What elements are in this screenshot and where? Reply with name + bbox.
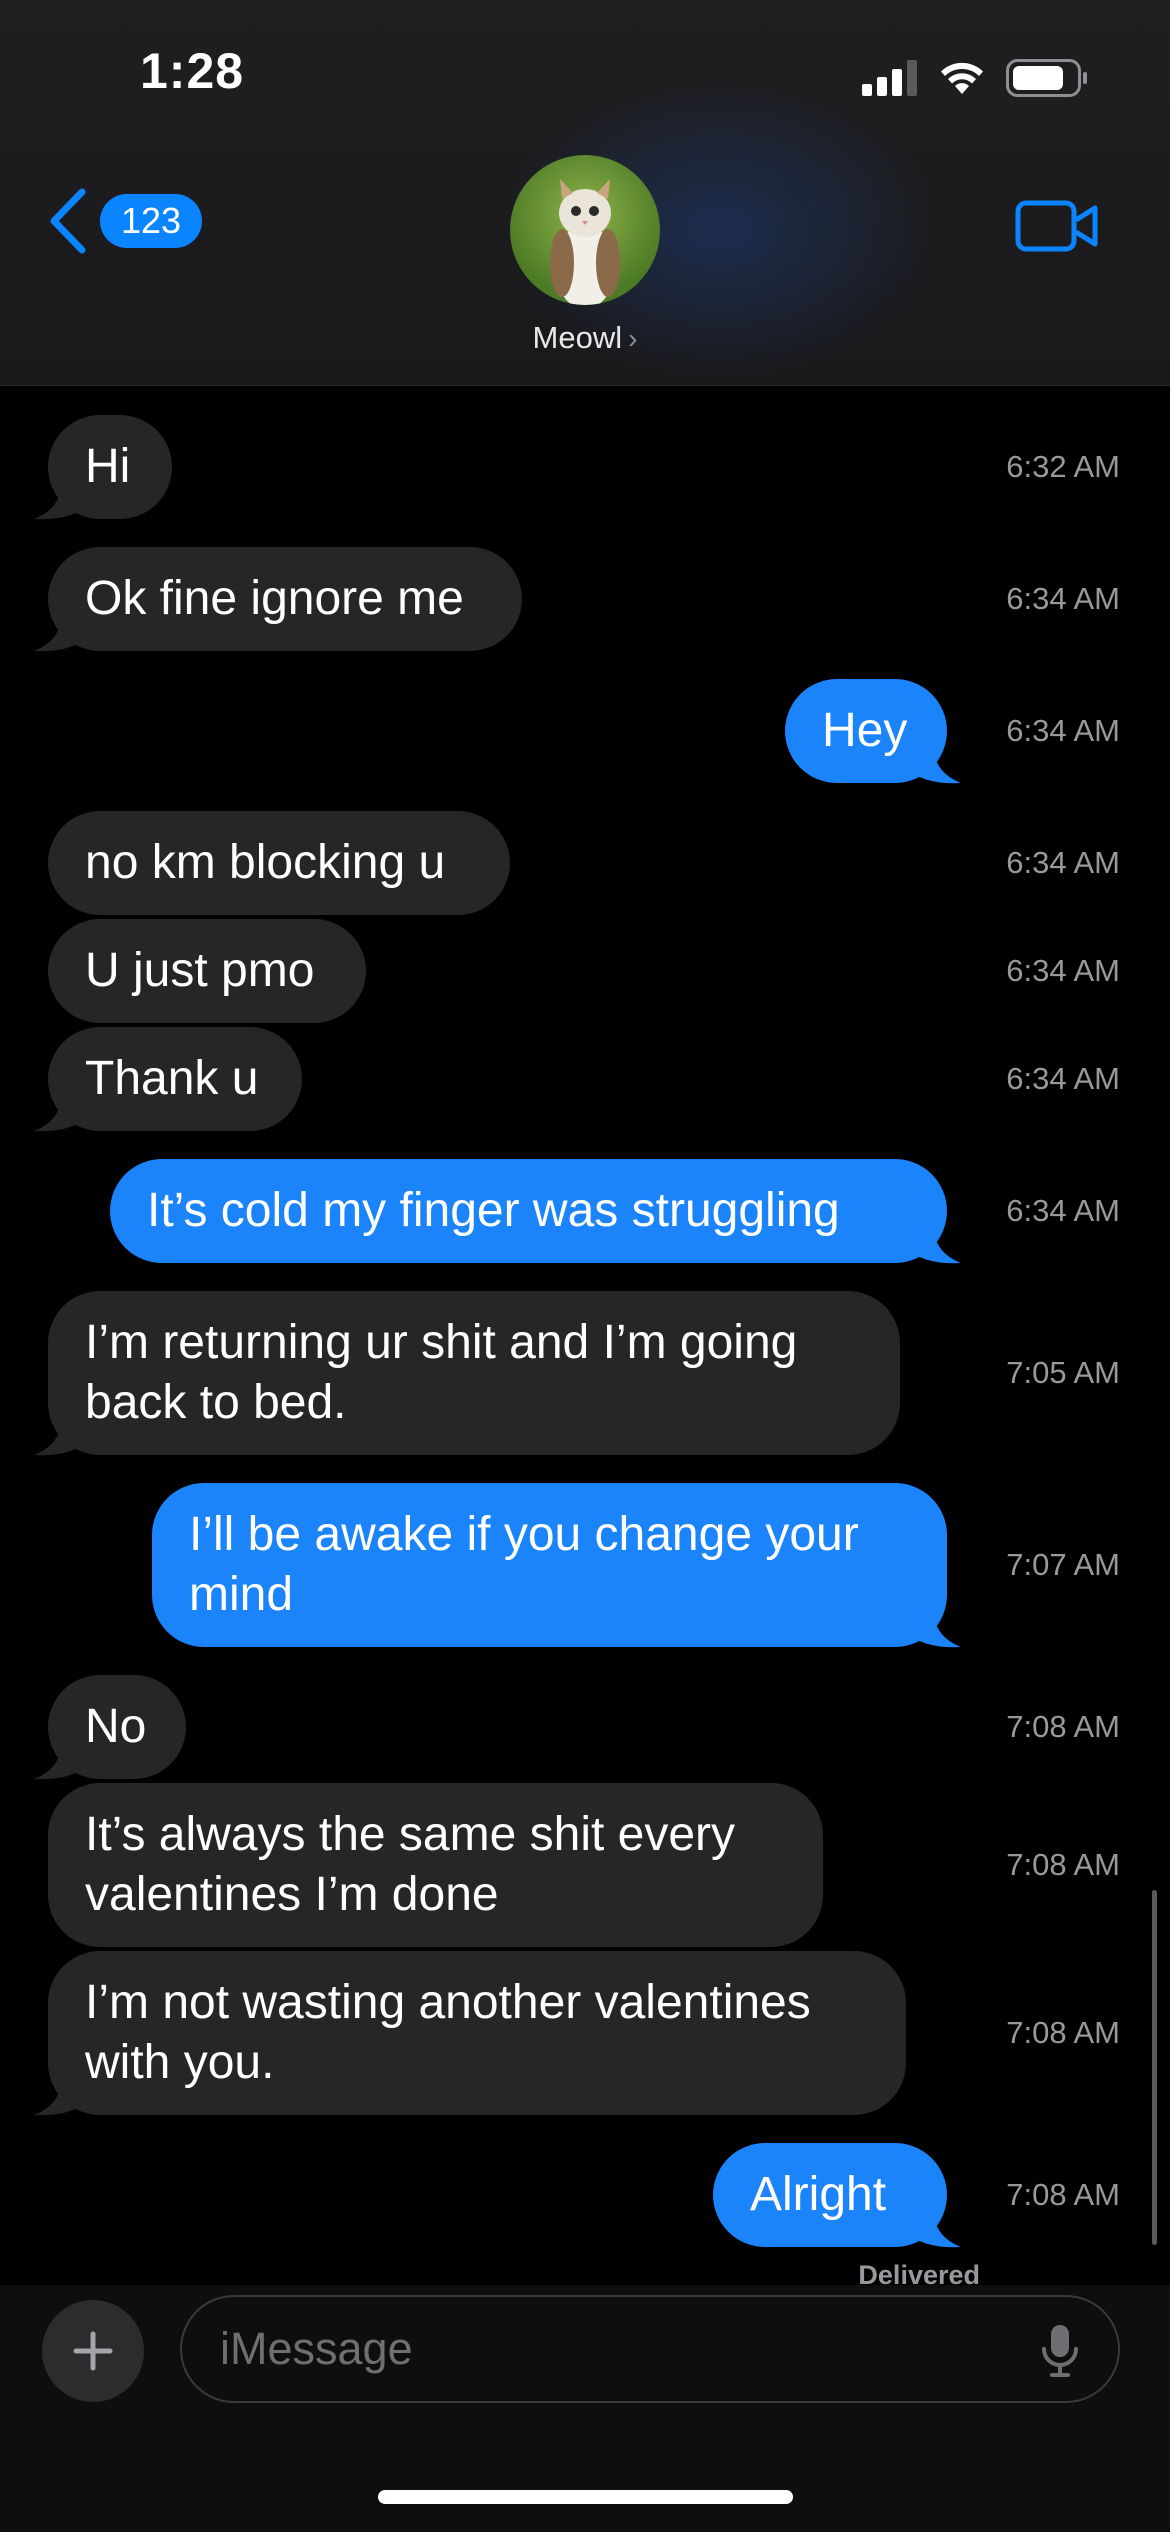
message-timestamp: 6:34 AM [1006,1193,1120,1228]
incoming-message-bubble[interactable]: It’s always the same shit every valentin… [48,1783,823,1947]
message-timestamp: 6:34 AM [1006,1061,1120,1096]
message-timestamp: 7:07 AM [1006,1547,1120,1582]
outgoing-message-bubble[interactable]: Alright [713,2143,947,2247]
message-timestamp: 6:34 AM [1006,845,1120,880]
message-input[interactable] [218,2322,982,2376]
imessage-input-field[interactable] [180,2295,1120,2403]
apps-plus-button[interactable] [42,2300,144,2402]
incoming-message-bubble[interactable]: I’m not wasting another valentines with … [48,1951,906,2115]
outgoing-message-bubble[interactable]: Hey [785,679,947,783]
incoming-message-bubble[interactable]: Thank u [48,1027,302,1131]
outgoing-message-bubble[interactable]: I’ll be awake if you change your mind [152,1483,947,1647]
message-timestamp: 7:05 AM [1006,1355,1120,1390]
incoming-message-bubble[interactable]: Hi [48,415,172,519]
back-button[interactable]: 123 [48,188,202,254]
plus-icon [73,2331,113,2371]
video-call-button[interactable] [1015,198,1099,259]
contact-avatar[interactable] [510,155,660,305]
video-call-icon [1015,200,1098,252]
incoming-message-bubble[interactable]: U just pmo [48,919,366,1023]
incoming-message-bubble[interactable]: no km blocking u [48,811,510,915]
incoming-message-bubble[interactable]: No [48,1675,186,1779]
incoming-message-bubble[interactable]: I’m returning ur shit and I’m going back… [48,1291,900,1455]
status-icons [862,58,1088,98]
message-timestamp: 6:34 AM [1006,713,1120,748]
outgoing-message-bubble[interactable]: It’s cold my finger was struggling [110,1159,947,1263]
incoming-message-bubble[interactable]: Ok fine ignore me [48,547,522,651]
scrollbar[interactable] [1152,1890,1157,2245]
message-timestamp: 7:08 AM [1006,2177,1120,2212]
message-thread[interactable]: Hi 6:32 AM Ok fine ignore me 6:34 AM Hey… [0,385,1170,2285]
battery-icon [1006,59,1087,97]
home-indicator[interactable] [378,2490,793,2504]
back-chevron-icon [50,188,86,254]
owl-cat-avatar-image [550,179,620,305]
contact-name-label: Meowl [532,320,623,355]
message-timestamp: 6:34 AM [1006,953,1120,988]
message-timestamp: 6:34 AM [1006,581,1120,616]
message-timestamp: 7:08 AM [1006,2015,1120,2050]
message-timestamp: 7:08 AM [1006,1847,1120,1882]
status-time: 1:28 [140,43,245,99]
message-timestamp: 7:08 AM [1006,1709,1120,1744]
signal-icon [862,60,917,96]
wifi-icon [941,62,983,94]
chevron-right-icon: › [628,323,638,354]
contact-name[interactable]: Meowl › [0,320,1170,356]
mic-icon[interactable] [1040,2323,1080,2379]
message-timestamp: 6:32 AM [1006,449,1120,484]
unread-count-badge: 123 [100,194,202,248]
